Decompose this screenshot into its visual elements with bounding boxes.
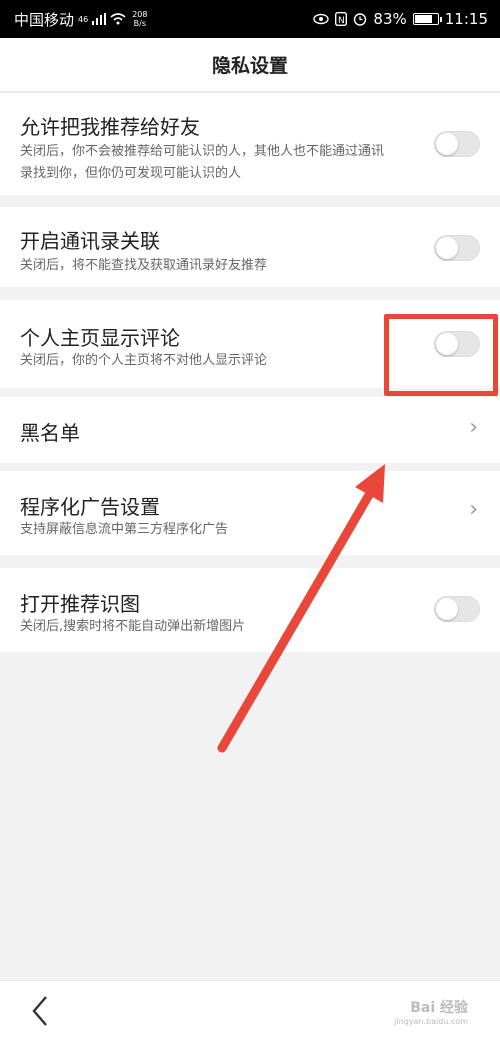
watermark-logo: Bai 经验: [410, 1000, 468, 1016]
watermark-url: jingyan.baidu.com: [394, 1017, 468, 1026]
bottom-nav: Bai 经验 jingyan.baidu.com: [0, 980, 500, 1038]
annotation-arrow: [217, 464, 385, 753]
chevron-left-icon[interactable]: [30, 993, 50, 1029]
